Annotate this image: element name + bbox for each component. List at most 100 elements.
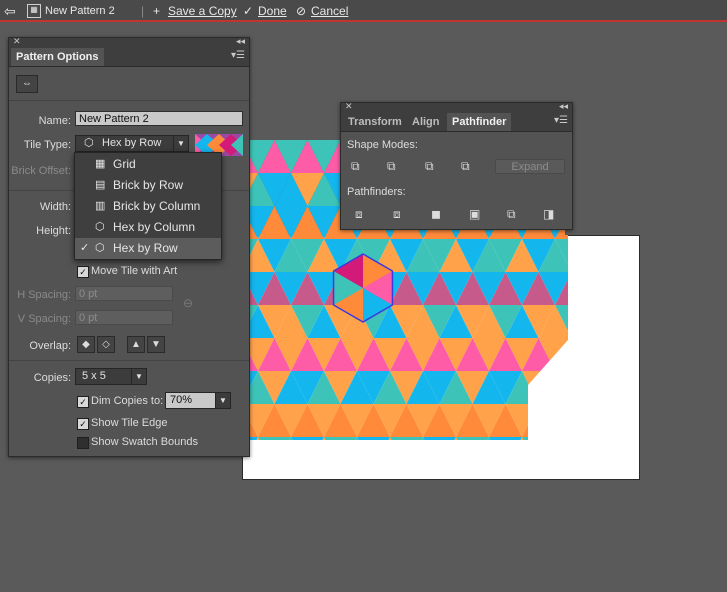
chevron-down-icon: ▼ bbox=[215, 393, 230, 408]
move-tile-checkbox[interactable]: ✓ bbox=[77, 266, 89, 278]
pattern-triangle bbox=[538, 404, 568, 437]
tile-type-option-brick-row[interactable]: ▤ Brick by Row bbox=[75, 175, 221, 196]
pattern-triangle bbox=[505, 437, 539, 440]
pattern-triangle bbox=[555, 437, 568, 440]
pathfinder-panel: ✕ ◂◂ Transform Align Pathfinder ▾☰ Shape… bbox=[340, 101, 573, 230]
pattern-triangle bbox=[423, 437, 456, 440]
tile-type-option-brick-column[interactable]: ▥ Brick by Column bbox=[75, 196, 221, 217]
link-spacing-icon[interactable]: ⊖ bbox=[183, 296, 193, 310]
close-icon[interactable]: ✕ bbox=[345, 101, 353, 112]
pattern-triangle bbox=[406, 437, 440, 440]
pattern-triangle bbox=[555, 404, 568, 437]
name-label: Name: bbox=[38, 115, 71, 127]
hex-column-icon: ⬡ bbox=[95, 221, 105, 233]
overlap-bottom-button[interactable]: ▼ bbox=[147, 336, 165, 353]
divide-icon[interactable]: ⧈ bbox=[355, 207, 371, 221]
overlap-right-button[interactable]: ◇ bbox=[97, 336, 115, 353]
pattern-triangle bbox=[456, 437, 489, 440]
shape-modes-label: Shape Modes: bbox=[347, 139, 418, 151]
dim-copies-select[interactable]: 70% ▼ bbox=[165, 392, 231, 409]
copies-label: Copies: bbox=[33, 372, 71, 384]
tab-pathfinder[interactable]: Pathfinder bbox=[447, 113, 512, 131]
minus-back-icon[interactable]: ◨ bbox=[543, 207, 559, 221]
dim-copies-label: Dim Copies to: bbox=[91, 395, 164, 407]
show-tile-edge-checkbox[interactable]: ✓ bbox=[77, 418, 89, 430]
unite-icon[interactable]: ⧉ bbox=[351, 159, 367, 173]
panel-menu-icon[interactable]: ▾☰ bbox=[554, 115, 568, 126]
name-field[interactable]: New Pattern 2 bbox=[75, 111, 243, 126]
pattern-triangle bbox=[555, 371, 568, 404]
move-tile-label: Move Tile with Art bbox=[91, 265, 178, 277]
pattern-triangle bbox=[340, 437, 374, 440]
intersect-icon[interactable]: ⧉ bbox=[425, 159, 441, 173]
tile-type-value: Hex by Row bbox=[102, 137, 162, 149]
chevron-down-icon: ▼ bbox=[131, 369, 146, 384]
brick-column-icon: ▥ bbox=[95, 200, 106, 212]
pattern-triangle bbox=[472, 437, 506, 440]
tab-transform[interactable]: Transform bbox=[343, 113, 407, 131]
cancel-button[interactable]: Cancel bbox=[311, 3, 348, 19]
save-copy-button[interactable]: Save a Copy bbox=[168, 3, 237, 19]
close-icon[interactable]: ✕ bbox=[13, 36, 21, 47]
pattern-triangle bbox=[538, 371, 568, 404]
pattern-triangle bbox=[373, 437, 407, 440]
tile-type-option-hex-column[interactable]: ⬡ Hex by Column bbox=[75, 217, 221, 238]
outline-icon[interactable]: ⧉ bbox=[507, 207, 523, 221]
overlap-left-button[interactable]: ◆ bbox=[77, 336, 95, 353]
document-name: New Pattern 2 bbox=[45, 5, 115, 17]
v-spacing-label: V Spacing: bbox=[17, 313, 71, 325]
pattern-triangle bbox=[357, 437, 390, 440]
crop-icon[interactable]: ▣ bbox=[469, 207, 485, 221]
separator: | bbox=[141, 4, 145, 18]
copies-select[interactable]: 5 x 5 ▼ bbox=[75, 368, 147, 385]
tile-type-option-hex-row[interactable]: ✓ ⬡ Hex by Row bbox=[75, 238, 221, 259]
show-swatch-bounds-label: Show Swatch Bounds bbox=[91, 436, 199, 448]
overlap-top-button[interactable]: ▲ bbox=[127, 336, 145, 353]
back-arrow-icon[interactable]: ⇦ bbox=[4, 3, 16, 19]
pattern-triangle bbox=[390, 437, 423, 440]
tab-pattern-options[interactable]: Pattern Options bbox=[11, 48, 104, 66]
panel-header: ✕ ◂◂ bbox=[9, 36, 249, 48]
brick-offset-label: Brick Offset: bbox=[11, 165, 71, 177]
exclude-icon[interactable]: ⧉ bbox=[461, 159, 477, 173]
show-tile-edge-label: Show Tile Edge bbox=[91, 417, 168, 429]
check-icon: ✓ bbox=[80, 242, 90, 254]
divider bbox=[9, 360, 249, 361]
panel-menu-icon[interactable]: ▾☰ bbox=[231, 50, 245, 61]
pattern-triangle bbox=[291, 437, 324, 440]
plus-icon: + bbox=[153, 4, 161, 18]
panel-header: ✕ ◂◂ bbox=[341, 101, 572, 113]
tile-type-select[interactable]: ⬡ Hex by Row ▼ bbox=[75, 135, 189, 152]
tile-type-option-grid[interactable]: ▦ Grid bbox=[75, 154, 221, 175]
hex-row-icon: ⬡ bbox=[84, 137, 94, 149]
minus-front-icon[interactable]: ⧉ bbox=[387, 159, 403, 173]
pathfinders-label: Pathfinders: bbox=[347, 186, 406, 198]
hex-row-icon: ⬡ bbox=[95, 242, 105, 254]
expand-button[interactable]: Expand bbox=[495, 159, 565, 174]
dim-copies-value: 70% bbox=[170, 394, 193, 406]
panel-tabbar: Pattern Options ▾☰ bbox=[9, 48, 249, 67]
panel-tabbar: Transform Align Pathfinder ▾☰ bbox=[341, 113, 572, 132]
pattern-edit-bar: ⇦ ▦ New Pattern 2 | + Save a Copy ✓ Done… bbox=[0, 0, 727, 22]
option-label: Brick by Row bbox=[113, 178, 184, 192]
collapse-icon[interactable]: ◂◂ bbox=[559, 101, 568, 112]
dim-copies-checkbox[interactable]: ✓ bbox=[77, 396, 89, 408]
v-spacing-field[interactable]: 0 pt bbox=[75, 310, 173, 325]
width-label: Width: bbox=[39, 201, 71, 213]
h-spacing-label: H Spacing: bbox=[17, 289, 71, 301]
merge-icon[interactable]: ◼ bbox=[431, 207, 447, 221]
tile-type-dropdown: ▦ Grid ▤ Brick by Row ▥ Brick by Column … bbox=[74, 152, 222, 260]
copies-value: 5 x 5 bbox=[82, 370, 106, 382]
collapse-icon[interactable]: ◂◂ bbox=[236, 36, 245, 47]
tab-align[interactable]: Align bbox=[407, 113, 445, 131]
trim-icon[interactable]: ⧈ bbox=[393, 207, 409, 221]
show-swatch-bounds-checkbox[interactable] bbox=[77, 437, 89, 449]
done-button[interactable]: Done bbox=[258, 3, 287, 19]
pattern-triangle bbox=[307, 437, 341, 440]
option-label: Hex by Column bbox=[113, 220, 196, 234]
pattern-triangle bbox=[274, 437, 308, 440]
pattern-triangle bbox=[522, 437, 555, 440]
h-spacing-field[interactable]: 0 pt bbox=[75, 286, 173, 301]
tile-editing-tool-button[interactable]: ⇔ bbox=[16, 75, 38, 93]
option-label: Brick by Column bbox=[113, 199, 201, 213]
